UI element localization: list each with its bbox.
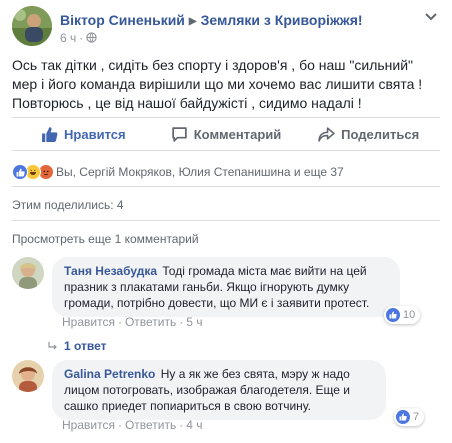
view-more-comments-link[interactable]: Просмотреть еще 1 комментарий xyxy=(12,232,199,246)
comment-bubble: Galina Petrenko Ну а як же без свята, мэ… xyxy=(52,360,386,420)
comment-button[interactable]: Комментарий xyxy=(155,118,298,150)
like-button-label: Нравится xyxy=(64,126,126,142)
divider xyxy=(12,220,440,221)
share-icon xyxy=(318,126,335,142)
comment-reply-link[interactable]: Ответить xyxy=(125,315,176,329)
action-separator: · xyxy=(117,418,122,432)
shares-count[interactable]: Этим поделились: 4 xyxy=(12,198,124,212)
like-button[interactable]: Нравится xyxy=(12,118,155,150)
post-time[interactable]: 6 ч xyxy=(60,31,76,45)
post-header: Віктор Синенький ▶ Земляки з Криворіжжя! 6… xyxy=(0,0,452,52)
divider xyxy=(12,186,440,187)
view-replies-link[interactable]: 1 ответ xyxy=(48,339,107,353)
action-bar: Нравится Комментарий Поделиться xyxy=(12,117,440,151)
globe-icon xyxy=(86,31,97,45)
reply-arrow-icon xyxy=(48,342,57,350)
post-author-name[interactable]: Віктор Синенький xyxy=(60,12,185,28)
comment-like-link[interactable]: Нравится xyxy=(62,418,115,432)
commenter-avatar[interactable] xyxy=(12,360,44,392)
comment-reactions[interactable]: 10 xyxy=(384,306,421,324)
comment-like-link[interactable]: Нравится xyxy=(62,315,115,329)
triangle-right-icon: ▶ xyxy=(188,16,197,27)
comment-reaction-count: 10 xyxy=(403,309,416,321)
comment-author[interactable]: Таня Незабудка xyxy=(64,264,157,278)
comment-author[interactable]: Galina Petrenko xyxy=(64,367,155,381)
post-text: Ось так дітки , сидіть без спорту і здор… xyxy=(12,57,423,111)
like-reaction-icon xyxy=(396,410,410,424)
post-meta: 6 ч · xyxy=(60,31,97,45)
comment-reply-link[interactable]: Ответить xyxy=(125,418,176,432)
post-group-name[interactable]: Земляки з Криворіжжя! xyxy=(201,12,363,28)
post-author-line: Віктор Синенький ▶ Земляки з Криворіжжя! xyxy=(60,12,363,28)
action-separator: · xyxy=(117,315,122,329)
action-separator: · xyxy=(179,418,184,432)
reactions-text: Вы, Сергій Мокряков, Юлия Степанишина и … xyxy=(56,165,344,179)
comment-time[interactable]: 4 ч xyxy=(186,418,202,432)
comment-reactions[interactable]: 7 xyxy=(394,408,425,426)
comment-button-label: Комментарий xyxy=(193,126,282,142)
share-button[interactable]: Поделиться xyxy=(297,118,440,150)
reaction-icons xyxy=(12,164,54,180)
comment-icon xyxy=(172,126,187,142)
author-avatar[interactable] xyxy=(12,6,52,46)
thumbs-up-icon xyxy=(42,126,58,142)
comment-time[interactable]: 5 ч xyxy=(186,315,202,329)
like-reaction-icon xyxy=(386,308,400,322)
comment-actions: Нравится · Ответить · 4 ч xyxy=(62,418,203,432)
reactions-summary[interactable]: Вы, Сергій Мокряков, Юлия Степанишина и … xyxy=(12,163,344,181)
share-button-label: Поделиться xyxy=(341,126,420,142)
replies-count: 1 ответ xyxy=(64,339,107,353)
comment-reaction-count: 7 xyxy=(413,411,420,423)
comment-bubble: Таня Незабудка Тоді громада міста має ви… xyxy=(52,257,400,317)
chevron-down-icon[interactable] xyxy=(424,12,438,22)
commenter-avatar[interactable] xyxy=(12,257,44,289)
meta-separator: · xyxy=(79,31,84,45)
comment-actions: Нравится · Ответить · 5 ч xyxy=(62,315,203,329)
like-reaction-icon xyxy=(12,164,28,180)
action-separator: · xyxy=(179,315,184,329)
